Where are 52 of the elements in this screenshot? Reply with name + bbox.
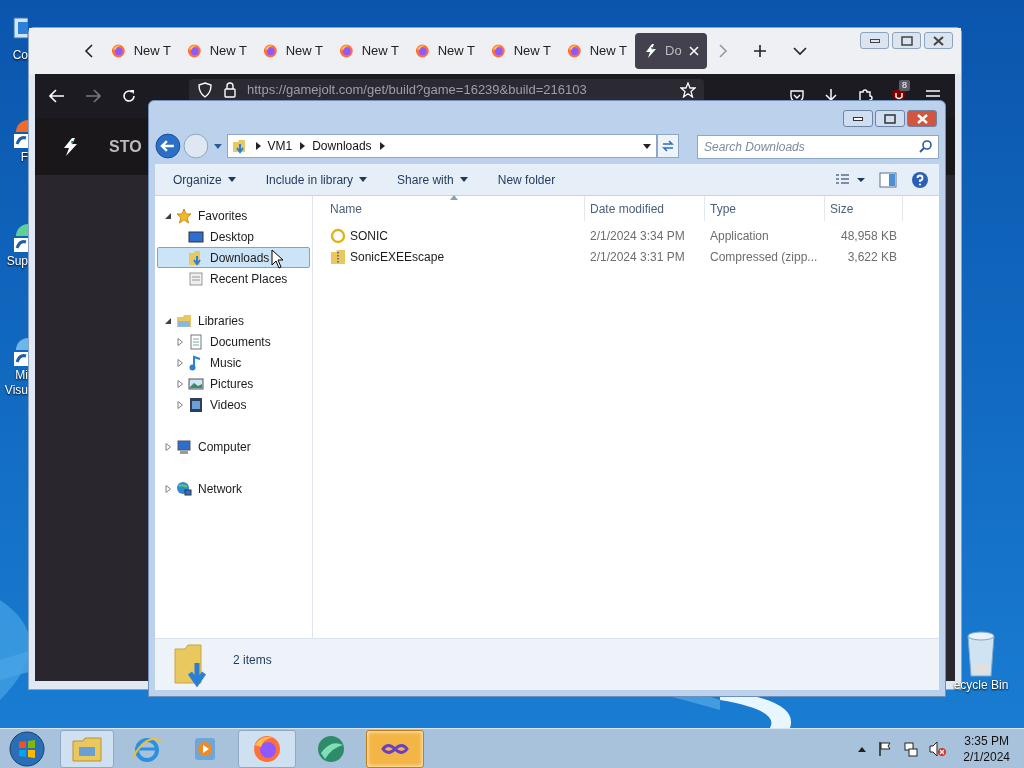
nav-item[interactable]: Favorites xyxy=(157,205,310,226)
browser-tab[interactable]: New T xyxy=(559,33,635,69)
browser-tab[interactable]: New T xyxy=(255,33,331,69)
address-bar[interactable]: https://gamejolt.com/get/build?game=16239&build=216103 xyxy=(189,79,704,100)
count-badge: 8 xyxy=(899,80,910,91)
column-header[interactable]: Date modified xyxy=(585,196,705,221)
status-text: 2 items xyxy=(233,652,272,669)
icon-label: Sup xyxy=(6,254,28,269)
nav-item[interactable]: Pictures xyxy=(157,373,310,394)
clock[interactable]: 3:35 PM 2/1/2024 xyxy=(963,732,1010,765)
toolbar-button[interactable]: Organize xyxy=(173,170,236,189)
browser-tab[interactable]: Do xyxy=(635,33,707,69)
column-header[interactable]: Size xyxy=(825,196,903,221)
file-name[interactable]: SONIC xyxy=(350,226,388,245)
table-cell-text: Compressed (zipp... xyxy=(709,248,819,266)
nav-item[interactable]: Videos xyxy=(157,394,310,415)
icon-label: Mi xyxy=(15,368,28,383)
nav-item[interactable]: Computer xyxy=(157,436,310,457)
table-cell-text: Application xyxy=(709,227,770,245)
browser-tab[interactable]: New T xyxy=(179,33,255,69)
table-cell-text: 2/1/2024 3:31 PM xyxy=(589,248,686,266)
clock-date: 2/1/2024 xyxy=(963,748,1010,765)
table-cell-text: 48,958 KB xyxy=(839,227,897,245)
nav-link[interactable]: STO xyxy=(109,134,142,159)
nav-item[interactable]: Downloads xyxy=(157,247,310,268)
icon-label: Co xyxy=(12,48,28,63)
nav-item[interactable]: Music xyxy=(157,352,310,373)
table-cell-text: 2/1/2024 3:34 PM xyxy=(589,227,686,245)
nav-item[interactable]: Network xyxy=(157,478,310,499)
browser-tab[interactable]: New T xyxy=(407,33,483,69)
nav-item[interactable]: Desktop xyxy=(157,226,310,247)
browser-tab[interactable]: New T xyxy=(483,33,559,69)
file-row[interactable]: SONIC 2/1/2024 3:34 PM Application 48,958 KB xyxy=(313,225,939,246)
browser-tab[interactable]: New T xyxy=(331,33,407,69)
clock-time: 3:35 PM xyxy=(964,732,1009,749)
toolbar-button[interactable]: New folder xyxy=(497,170,556,189)
breadcrumb-item[interactable]: Downloads xyxy=(312,137,372,155)
address-bar[interactable]: VM1 Downloads xyxy=(226,134,658,158)
browser-tab[interactable]: New T xyxy=(103,33,179,69)
icon-label: Visu xyxy=(4,383,28,398)
nav-item[interactable]: Libraries xyxy=(157,310,310,331)
column-header[interactable]: Type xyxy=(705,196,825,221)
nav-item[interactable]: Recent Places xyxy=(157,268,310,289)
breadcrumb-item[interactable]: VM1 xyxy=(267,137,293,155)
icon-label: F xyxy=(20,150,28,165)
file-name[interactable]: SonicEXEEscape xyxy=(350,247,445,266)
nav-item[interactable]: Documents xyxy=(157,331,310,352)
search-field[interactable]: Search Downloads xyxy=(697,134,939,159)
file-row[interactable]: SonicEXEEscape 2/1/2024 3:31 PM Compressed (zipp... 3,622 KB xyxy=(313,246,939,267)
toolbar-button[interactable]: Include in library xyxy=(265,170,368,189)
toolbar-button[interactable]: Share with xyxy=(397,170,468,189)
table-cell-text: 3,622 KB xyxy=(846,248,897,266)
